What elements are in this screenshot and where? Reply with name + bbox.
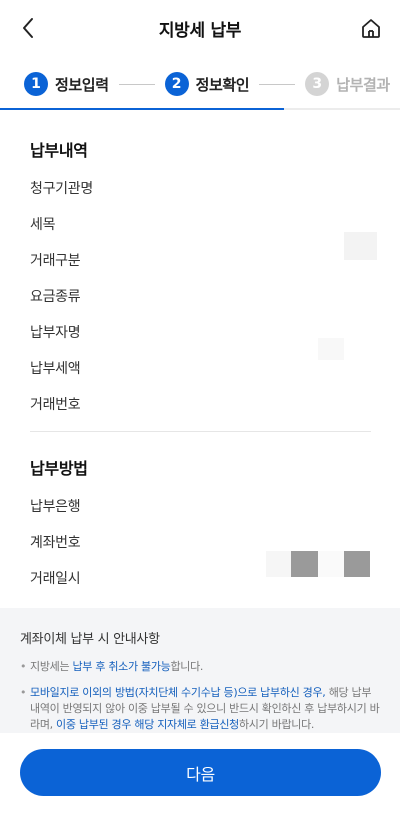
tax-payment-screen: 지방세 납부 1 정보입력 2 정보확인 3 납부결과 납부내역 청구기관명 세… [0,0,400,815]
row-label-payer-name: 납부자명 [30,325,81,341]
notice-title: 계좌이체 납부 시 안내사항 [20,632,160,647]
step-2-number: 2 [164,72,189,96]
row-label-transaction-type: 거래구분 [30,253,81,269]
masked-value [266,551,292,577]
notice-item-1: • 지방세는 납부 후 취소가 불가능합니다. [20,659,380,675]
section-title-payment-details: 납부내역 [30,141,88,160]
step-connector [259,83,296,85]
back-button[interactable] [14,14,42,42]
step-2: 2 정보확인 [164,72,250,96]
section-title-payment-method: 납부방법 [30,459,88,478]
bullet-icon: • [20,686,27,699]
home-icon [362,19,380,38]
row-label-transaction-number: 거래번호 [30,397,81,413]
notice-highlight: 이중 납부된 경우 해당 지자체로 환급신청 [56,718,239,731]
bottom-bar: 다음 [0,733,400,815]
notice-text: 지방세는 [30,660,73,673]
row-label-bank: 납부은행 [30,499,81,515]
row-label-account-number: 계좌번호 [30,535,81,551]
masked-value [344,551,370,577]
notice-text: 하시기 바랍니다. [238,718,315,731]
step-1-number: 1 [24,72,48,96]
step-2-label: 정보확인 [195,75,250,94]
notice-highlight: 모바일지로 이외의 방법(자치단체 수기수납 등)으로 납부하신 경우, [30,686,326,699]
masked-value [318,338,344,360]
step-3-label: 납부결과 [336,75,390,94]
notice-text: 합니다. [170,660,204,673]
masked-value [291,551,318,577]
chevron-left-icon [23,18,33,38]
row-label-fee-type: 요금종류 [30,289,81,305]
masked-value [344,232,377,260]
next-button[interactable]: 다음 [20,749,381,796]
step-connector [118,83,155,85]
step-1: 1 정보입력 [24,72,109,96]
page-title: 지방세 납부 [158,20,242,41]
progress-fill [0,108,284,110]
step-indicator: 1 정보입력 2 정보확인 3 납부결과 [0,62,400,106]
row-label-billing-agency: 청구기관명 [30,181,93,197]
masked-value [318,551,344,577]
step-3-number: 3 [305,72,330,96]
notice-item-2: • 모바일지로 이외의 방법(자치단체 수기수납 등)으로 납부하신 경우, 해… [20,685,380,733]
notice-highlight: 납부 후 취소가 불가능 [72,660,171,673]
section-divider [30,431,371,432]
bullet-icon: • [20,660,27,673]
app-header: 지방세 납부 [0,0,400,56]
row-label-tax-amount: 납부세액 [30,361,81,377]
home-button[interactable] [358,15,384,41]
row-label-transaction-datetime: 거래일시 [30,571,81,587]
step-3: 3 납부결과 [305,72,390,96]
row-label-tax-item: 세목 [30,217,56,233]
step-1-label: 정보입력 [55,75,109,94]
notice-box: 계좌이체 납부 시 안내사항 • 지방세는 납부 후 취소가 불가능합니다. •… [0,608,400,733]
